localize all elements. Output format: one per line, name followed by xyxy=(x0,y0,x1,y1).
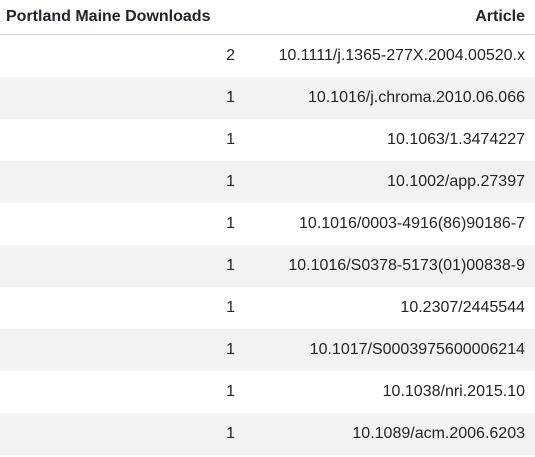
download-count-cell: 1 xyxy=(0,77,245,119)
table-row: 1 10.1002/app.27397 xyxy=(0,161,535,203)
table-row: 1 10.1063/1.3474227 xyxy=(0,119,535,161)
article-doi-cell: 10.1016/0003-4916(86)90186-7 xyxy=(245,203,535,245)
article-doi-cell: 10.1016/S0378-5173(01)00838-9 xyxy=(245,245,535,287)
table-row: 1 10.1038/nri.2015.10 xyxy=(0,371,535,413)
download-count-cell: 1 xyxy=(0,287,245,329)
download-count-cell: 1 xyxy=(0,245,245,287)
download-count-cell: 1 xyxy=(0,161,245,203)
table-row: 1 10.1016/j.chroma.2010.06.066 xyxy=(0,77,535,119)
download-count-cell: 1 xyxy=(0,119,245,161)
table-row: 1 10.1017/S0003975600006214 xyxy=(0,329,535,371)
article-doi-cell: 10.1063/1.3474227 xyxy=(245,119,535,161)
article-doi-cell: 10.1017/S0003975600006214 xyxy=(245,329,535,371)
column-header-downloads[interactable]: Portland Maine Downloads xyxy=(0,0,245,35)
table-row: 2 10.1111/j.1365-277X.2004.00520.x xyxy=(0,34,535,77)
header-row: Portland Maine Downloads Article xyxy=(0,0,535,35)
download-count-cell: 1 xyxy=(0,203,245,245)
download-count-cell: 1 xyxy=(0,413,245,455)
column-header-article[interactable]: Article xyxy=(245,0,535,35)
download-count-cell: 1 xyxy=(0,371,245,413)
table-row: 1 10.1016/0003-4916(86)90186-7 xyxy=(0,203,535,245)
downloads-table: Portland Maine Downloads Article 2 10.11… xyxy=(0,0,535,455)
article-doi-cell: 10.2307/2445544 xyxy=(245,287,535,329)
table-body: 2 10.1111/j.1365-277X.2004.00520.x 1 10.… xyxy=(0,34,535,455)
article-doi-cell: 10.1038/nri.2015.10 xyxy=(245,371,535,413)
article-doi-cell: 10.1111/j.1365-277X.2004.00520.x xyxy=(245,34,535,77)
article-doi-cell: 10.1002/app.27397 xyxy=(245,161,535,203)
article-doi-cell: 10.1089/acm.2006.6203 xyxy=(245,413,535,455)
table-row: 1 10.1089/acm.2006.6203 xyxy=(0,413,535,455)
article-doi-cell: 10.1016/j.chroma.2010.06.066 xyxy=(245,77,535,119)
download-count-cell: 1 xyxy=(0,329,245,371)
table-header: Portland Maine Downloads Article xyxy=(0,0,535,35)
table-row: 1 10.2307/2445544 xyxy=(0,287,535,329)
download-count-cell: 2 xyxy=(0,34,245,77)
table-row: 1 10.1016/S0378-5173(01)00838-9 xyxy=(0,245,535,287)
